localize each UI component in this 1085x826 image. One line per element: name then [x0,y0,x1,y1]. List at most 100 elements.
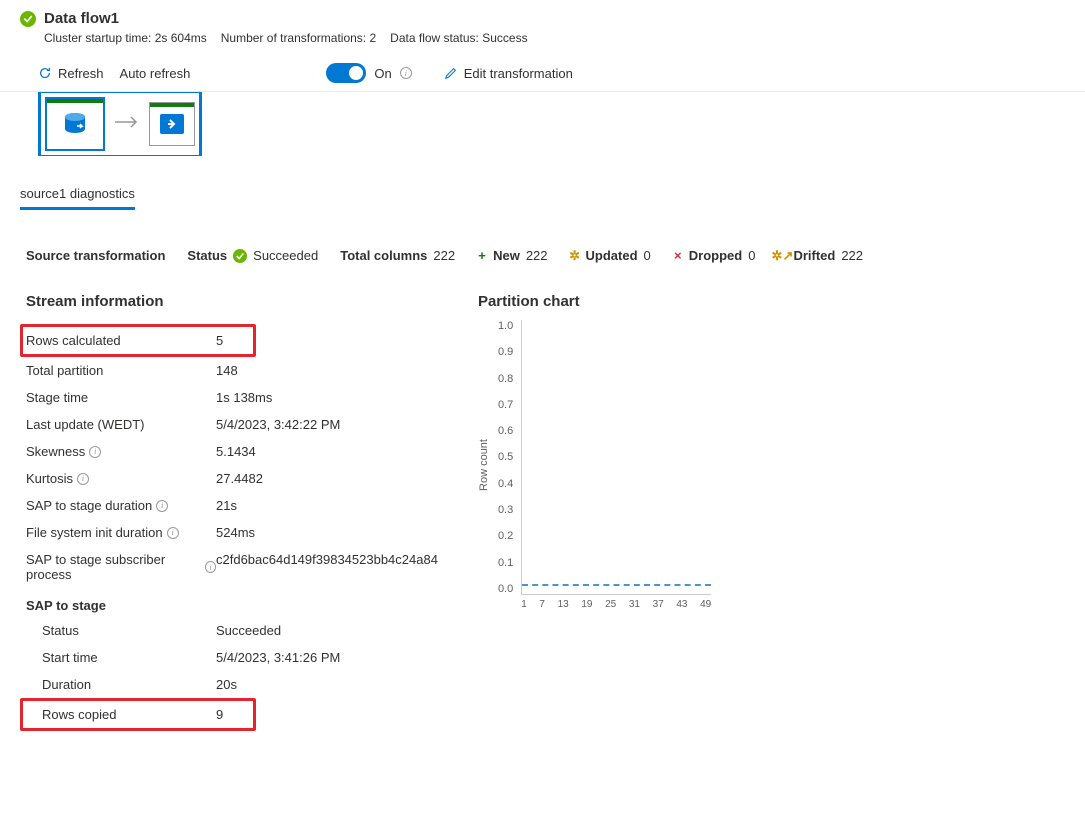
stream-key: Start time [26,650,216,665]
stream-value: c2fd6bac64d149f39834523bb4c24a84 [216,552,438,567]
stream-value: 21s [216,498,237,513]
x-tick: 37 [653,599,664,610]
stream-value: 5/4/2023, 3:41:26 PM [216,650,340,665]
stream-row: SAP to stage durationi21s [26,492,438,519]
sink-icon [156,108,188,140]
updated-label: Updated [586,248,638,263]
edit-transformation-button[interactable]: Edit transformation [444,66,573,81]
stream-key: SAP to stage durationi [26,498,216,513]
header-meta: Cluster startup time: 2s 604ms Number of… [20,31,1065,45]
stream-row: Total partition148 [26,357,438,384]
stream-row: Skewnessi5.1434 [26,438,438,465]
status-success-icon [20,11,36,27]
stream-key: Kurtosisi [26,471,216,486]
y-tick: 0.5 [498,451,513,463]
updated-value: 0 [644,248,651,263]
y-tick: 0.2 [498,530,513,542]
flow-node-source[interactable] [45,97,105,151]
status-success-icon [233,249,247,263]
database-source-icon [59,108,91,140]
y-tick: 0.8 [498,373,513,385]
info-icon[interactable]: i [89,446,101,458]
dropped-value: 0 [748,248,755,263]
x-tick: 43 [676,599,687,610]
stream-value: 5/4/2023, 3:42:22 PM [216,417,340,432]
stream-value: 27.4482 [216,471,263,486]
new-value: 222 [526,248,548,263]
drifted-label: Drifted [793,248,835,263]
page-title: Data flow1 [44,10,119,27]
new-label: New [493,248,520,263]
auto-refresh-toggle[interactable] [326,63,366,83]
stream-key: Rows copied [26,707,216,722]
info-icon[interactable]: i [167,527,179,539]
plus-icon: + [477,251,487,261]
flow-node-sink[interactable] [149,102,195,146]
stream-value: 524ms [216,525,255,540]
stream-row: Stage time1s 138ms [26,384,438,411]
source-transformation-label: Source transformation [26,248,165,263]
pencil-icon [444,66,458,80]
stream-row: SAP to stage subscriber processic2fd6bac… [26,546,438,588]
status-label: Status [187,248,227,263]
info-icon[interactable]: i [205,561,216,573]
tab-source-diagnostics[interactable]: source1 diagnostics [20,186,135,210]
refresh-button[interactable]: Refresh [38,66,104,81]
stream-row: Last update (WEDT)5/4/2023, 3:42:22 PM [26,411,438,438]
asterisk-icon: ✲ [570,251,580,261]
stream-key: Total partition [26,363,216,378]
auto-refresh-label: Auto refresh [120,66,191,81]
dropped-label: Dropped [689,248,742,263]
y-tick: 0.7 [498,399,513,411]
stream-key: SAP to stage subscriber processi [26,552,216,582]
stream-key: File system init durationi [26,525,216,540]
y-tick: 0.1 [498,557,513,569]
partition-chart-title: Partition chart [478,293,1065,310]
info-icon[interactable]: i [156,500,168,512]
edit-label: Edit transformation [464,66,573,81]
drift-icon: ✲↗ [777,251,787,261]
stream-row: Kurtosisi27.4482 [26,465,438,492]
stream-row: Start time5/4/2023, 3:41:26 PM [26,644,438,671]
total-columns-label: Total columns [340,248,427,263]
flow-diagram [38,92,202,156]
info-icon[interactable]: i [400,67,412,79]
arrow-icon [113,114,141,135]
status-value: Succeeded [253,248,318,263]
y-tick: 0.9 [498,346,513,358]
x-tick: 49 [700,599,711,610]
stream-info-heading: Stream information [26,293,438,310]
x-tick: 1 [521,599,527,610]
stream-row: Rows copied9 [20,698,256,731]
stream-value: 9 [216,707,223,722]
total-columns-value: 222 [433,248,455,263]
x-tick: 25 [605,599,616,610]
stream-key: Last update (WEDT) [26,417,216,432]
y-tick: 0.4 [498,478,513,490]
toggle-on-label: On [374,66,391,81]
x-tick: 13 [558,599,569,610]
x-tick: 7 [539,599,545,610]
stream-key: Skewnessi [26,444,216,459]
x-tick: 31 [629,599,640,610]
stream-key: Duration [26,677,216,692]
stream-row: Rows calculated5 [20,324,256,357]
info-icon[interactable]: i [77,473,89,485]
refresh-label: Refresh [58,66,104,81]
refresh-icon [38,66,52,80]
y-tick: 0.3 [498,504,513,516]
stream-row: StatusSucceeded [26,617,438,644]
stream-key: Rows calculated [26,333,216,348]
y-tick: 0.6 [498,425,513,437]
stream-key: Stage time [26,390,216,405]
sap-to-stage-heading: SAP to stage [26,588,438,617]
stream-key: Status [26,623,216,638]
y-tick: 0.0 [498,583,513,595]
x-tick: 19 [581,599,592,610]
stream-row: Duration20s [26,671,438,698]
stream-value: 20s [216,677,237,692]
y-tick: 1.0 [498,320,513,332]
stream-row: File system init durationi524ms [26,519,438,546]
stream-value: 148 [216,363,238,378]
cross-icon: × [673,251,683,261]
